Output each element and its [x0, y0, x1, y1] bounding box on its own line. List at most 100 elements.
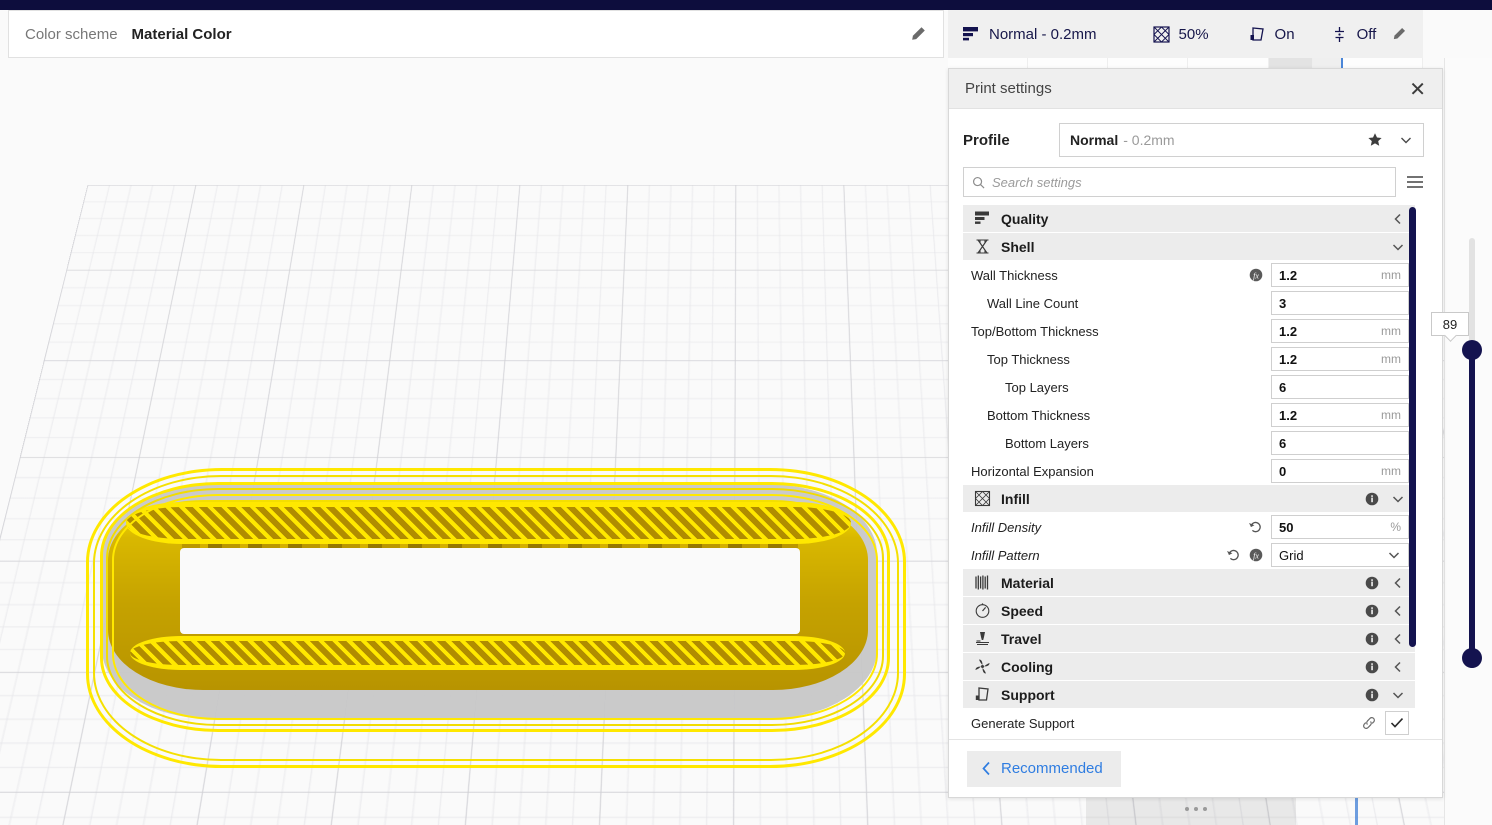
setting-row[interactable]: Bottom Layers 6 — [963, 429, 1415, 457]
setting-checkbox[interactable] — [1385, 711, 1409, 735]
color-scheme-bar[interactable]: Color scheme Material Color — [8, 10, 944, 58]
shell-icon — [971, 238, 993, 255]
settings-list-wrap[interactable]: Quality Shell Wall Thickness fx 1.2 mm Wall Li… — [949, 205, 1442, 739]
summary-quality[interactable]: Normal - 0.2mm — [948, 26, 1097, 43]
settings-list[interactable]: Quality Shell Wall Thickness fx 1.2 mm Wall Li… — [963, 205, 1415, 737]
setting-input[interactable]: 1.2 mm — [1271, 347, 1409, 371]
settings-category-cooling[interactable]: Cooling — [963, 653, 1415, 681]
setting-select[interactable]: Grid — [1271, 543, 1409, 567]
chevron-down-icon[interactable] — [1399, 133, 1413, 147]
setting-row[interactable]: Wall Thickness fx 1.2 mm — [963, 261, 1415, 289]
cooling-icon — [971, 658, 993, 675]
support-icon — [971, 686, 993, 703]
model-skirt-outline-2 — [93, 475, 899, 761]
setting-unit: mm — [1381, 408, 1401, 422]
settings-category-support[interactable]: Support — [963, 681, 1415, 709]
chevron-left-icon[interactable] — [1391, 576, 1405, 590]
setting-row[interactable]: Bottom Thickness 1.2 mm — [963, 401, 1415, 429]
settings-category-shell[interactable]: Shell — [963, 233, 1415, 261]
link-icon[interactable] — [1361, 716, 1377, 730]
settings-category-material[interactable]: Material — [963, 569, 1415, 597]
search-input[interactable] — [992, 174, 1387, 190]
setting-unit: mm — [1381, 268, 1401, 282]
svg-text:fx: fx — [1253, 271, 1259, 280]
chevron-down-icon[interactable] — [1391, 240, 1405, 254]
print-settings-panel[interactable]: Print settings ✕ Profile Normal - 0.2mm — [948, 68, 1443, 811]
setting-input[interactable]: 0 mm — [1271, 459, 1409, 483]
settings-category-infill[interactable]: Infill — [963, 485, 1415, 513]
print-settings-summary-bar[interactable]: Normal - 0.2mm 50% On Off — [948, 10, 1423, 58]
settings-category-travel[interactable]: Travel — [963, 625, 1415, 653]
setting-row[interactable]: Generate Support — [963, 709, 1415, 737]
svg-text:fx: fx — [1253, 551, 1259, 560]
profile-label: Profile — [963, 131, 1010, 149]
category-label: Shell — [1001, 238, 1035, 255]
search-box[interactable] — [963, 167, 1396, 197]
revert-icon[interactable] — [1248, 520, 1263, 534]
setting-input[interactable]: 3 — [1271, 291, 1409, 315]
chevron-down-icon[interactable] — [1391, 688, 1405, 702]
setting-row[interactable]: Wall Line Count 3 — [963, 289, 1415, 317]
setting-label: Infill Pattern — [971, 547, 1040, 563]
info-icon[interactable] — [1365, 660, 1379, 674]
layer-slider-value: 89 — [1431, 312, 1469, 336]
setting-input[interactable]: 1.2 mm — [1271, 319, 1409, 343]
chevron-down-icon[interactable] — [1387, 548, 1401, 562]
setting-unit: % — [1390, 520, 1401, 534]
recommended-button[interactable]: Recommended — [967, 750, 1121, 787]
profile-dropdown[interactable]: Normal - 0.2mm — [1059, 123, 1424, 157]
summary-support[interactable]: On — [1249, 26, 1295, 43]
setting-input[interactable]: 1.2 mm — [1271, 263, 1409, 287]
chevron-left-icon[interactable] — [1391, 660, 1405, 674]
chevron-left-icon[interactable] — [1391, 632, 1405, 646]
chevron-left-icon[interactable] — [1391, 604, 1405, 618]
pencil-icon[interactable] — [909, 25, 927, 43]
infill-icon — [971, 490, 993, 507]
setting-value: Grid — [1279, 547, 1304, 563]
search-icon — [972, 176, 985, 189]
setting-row[interactable]: Top Layers 6 — [963, 373, 1415, 401]
sliced-model-preview[interactable] — [60, 440, 940, 825]
recommended-label: Recommended — [1001, 760, 1103, 777]
settings-scrollbar[interactable] — [1409, 207, 1416, 647]
setting-label: Horizontal Expansion — [971, 463, 1094, 479]
hamburger-icon[interactable] — [1406, 175, 1424, 189]
revert-icon[interactable] — [1226, 548, 1241, 562]
layer-slider-upper-handle[interactable] — [1462, 340, 1482, 360]
settings-category-speed[interactable]: Speed — [963, 597, 1415, 625]
info-icon[interactable] — [1365, 576, 1379, 590]
category-label: Infill — [1001, 490, 1030, 507]
fx-icon[interactable]: fx — [1249, 268, 1263, 282]
chevron-down-icon[interactable] — [1391, 492, 1405, 506]
setting-row[interactable]: Horizontal Expansion 0 mm — [963, 457, 1415, 485]
setting-row[interactable]: Top Thickness 1.2 mm — [963, 345, 1415, 373]
category-label: Material — [1001, 574, 1054, 591]
layer-slider-lower-handle[interactable] — [1462, 648, 1482, 668]
setting-label: Wall Thickness — [971, 267, 1058, 283]
info-icon[interactable] — [1365, 632, 1379, 646]
setting-input[interactable]: 50% — [1271, 515, 1409, 539]
summary-infill[interactable]: 50% — [1152, 26, 1209, 43]
setting-input[interactable]: 1.2 mm — [1271, 403, 1409, 427]
setting-input[interactable]: 6 — [1271, 431, 1409, 455]
summary-adhesion[interactable]: Off — [1331, 26, 1376, 43]
panel-resize-handle[interactable] — [949, 807, 1442, 811]
star-icon[interactable] — [1367, 132, 1383, 148]
summary-pencil-icon[interactable] — [1391, 26, 1423, 42]
settings-category-quality[interactable]: Quality — [963, 205, 1415, 233]
setting-value: 0 — [1279, 463, 1287, 479]
setting-row[interactable]: Infill Density 50% — [963, 513, 1415, 541]
chevron-left-icon[interactable] — [1391, 212, 1405, 226]
setting-label: Top/Bottom Thickness — [971, 323, 1099, 339]
layer-slider[interactable]: 89 — [1431, 238, 1482, 668]
setting-value: 1.2 — [1279, 323, 1298, 339]
setting-row[interactable]: Infill Pattern fx Grid — [963, 541, 1415, 569]
close-icon[interactable]: ✕ — [1409, 79, 1426, 99]
info-icon[interactable] — [1365, 604, 1379, 618]
setting-input[interactable]: 6 — [1271, 375, 1409, 399]
info-icon[interactable] — [1365, 688, 1379, 702]
info-icon[interactable] — [1365, 492, 1379, 506]
setting-row[interactable]: Top/Bottom Thickness 1.2 mm — [963, 317, 1415, 345]
fx-icon[interactable]: fx — [1249, 548, 1263, 562]
summary-quality-value: Normal - 0.2mm — [989, 25, 1097, 43]
